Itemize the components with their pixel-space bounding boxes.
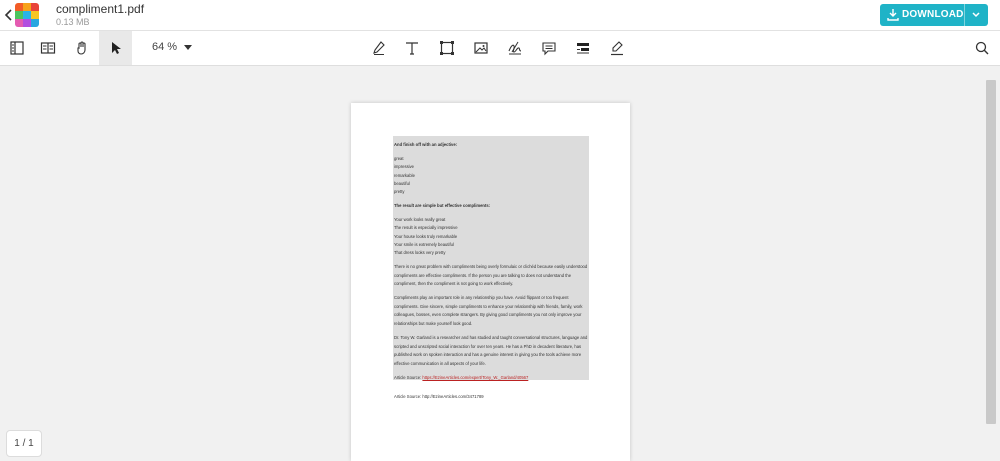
search-icon — [975, 41, 988, 55]
logo-tile — [31, 11, 39, 19]
article-source-footer: Article Source: http://EzineArticles.com… — [394, 394, 484, 399]
back-icon[interactable] — [2, 6, 16, 24]
list-item: Your smile is extremely beautiful — [394, 242, 454, 247]
reader-mode-button[interactable] — [31, 31, 64, 65]
logo-tile — [23, 19, 31, 27]
shape-tool-button[interactable] — [430, 31, 463, 65]
heading-result: The result are simple but effective comp… — [394, 203, 491, 208]
select-tool-button[interactable] — [99, 31, 132, 65]
app-header: compliment1.pdf 0.13 MB DOWNLOAD — [0, 0, 1000, 31]
paragraph: There is no great problem with complimen… — [394, 264, 588, 286]
page-indicator: 1 / 1 — [6, 430, 42, 457]
text-tool-button[interactable] — [395, 31, 428, 65]
file-name: compliment1.pdf — [56, 2, 145, 16]
logo-tile — [15, 3, 23, 11]
redact-icon — [576, 43, 589, 54]
paragraph: Dr. Tony W. Garland is a researcher and … — [394, 335, 588, 366]
search-button[interactable] — [965, 31, 998, 65]
list-item: pretty — [394, 189, 405, 194]
vertical-scrollbar[interactable] — [986, 80, 996, 424]
hand-tool-button[interactable] — [65, 31, 98, 65]
signature-tool-button[interactable] — [498, 31, 531, 65]
download-icon — [887, 9, 899, 21]
article-source-label: Article Source: — [394, 375, 422, 380]
zoom-dropdown-icon[interactable] — [184, 45, 192, 51]
pointer-icon — [111, 42, 121, 54]
logo-tile — [23, 3, 31, 11]
highlight-icon — [610, 41, 623, 56]
signature-icon — [507, 41, 521, 55]
comment-tool-button[interactable] — [532, 31, 565, 65]
redact-tool-button[interactable] — [566, 31, 599, 65]
toolbar: 64 % — [0, 31, 1000, 66]
thumbnails-button[interactable] — [0, 31, 33, 65]
comment-icon — [541, 42, 556, 56]
pen-icon — [372, 41, 385, 55]
list-item: beautiful — [394, 181, 410, 186]
chevron-down-icon[interactable] — [970, 9, 982, 21]
list-item: impressive — [394, 164, 415, 169]
pen-tool-button[interactable] — [362, 31, 395, 65]
article-source-link[interactable]: https://EzineArticles.com/expert/Tony_W.… — [422, 375, 528, 380]
list-item: That dress looks very pretty — [394, 250, 446, 255]
list-item: remarkable — [394, 173, 415, 178]
reader-icon — [40, 42, 55, 54]
heading-adjective: And finish off with an adjective: — [394, 142, 458, 147]
download-button[interactable]: DOWNLOAD — [880, 4, 988, 26]
list-item: The result is especially impressive — [394, 225, 458, 230]
pdf-page[interactable]: And finish off with an adjective: great … — [351, 103, 630, 461]
highlight-tool-button[interactable] — [600, 31, 633, 65]
list-item: Your work looks really great — [394, 217, 446, 222]
zoom-level[interactable]: 64 % — [152, 41, 177, 53]
image-icon — [473, 42, 488, 54]
image-tool-button[interactable] — [464, 31, 497, 65]
logo-tile — [15, 19, 23, 27]
download-divider — [964, 4, 965, 26]
text-icon — [405, 42, 418, 55]
list-item: Your house looks truly remarkable — [394, 234, 458, 239]
download-label: DOWNLOAD — [902, 9, 964, 20]
logo-tile — [23, 11, 31, 19]
file-size: 0.13 MB — [56, 17, 90, 27]
logo-tile — [31, 19, 39, 27]
paragraph: Compliments play an important role in an… — [394, 295, 583, 326]
article-source-line: Article Source: https://EzineArticles.co… — [394, 375, 594, 380]
logo-tile — [31, 3, 39, 11]
thumbnails-icon — [9, 41, 24, 55]
logo-tile — [15, 11, 23, 19]
app-logo — [15, 3, 39, 27]
shape-icon — [439, 41, 454, 55]
list-item: great — [394, 156, 404, 161]
hand-icon — [76, 41, 86, 55]
